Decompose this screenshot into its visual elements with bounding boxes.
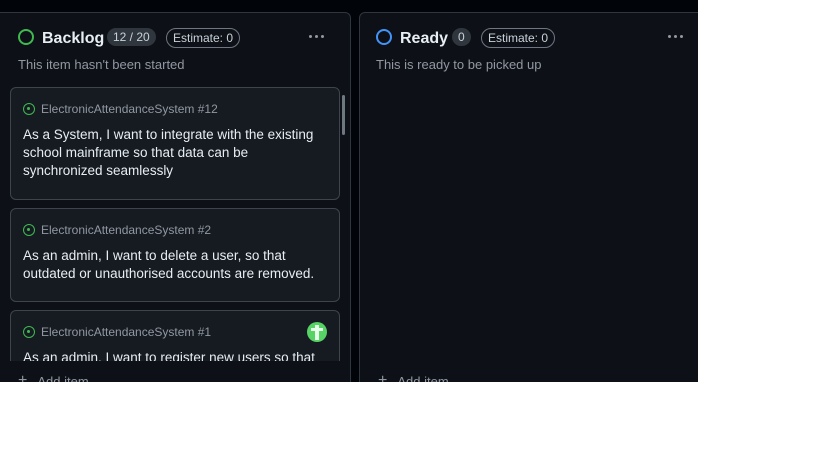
issue-title[interactable]: As an admin, I want to delete a user, so… [23, 247, 327, 283]
estimate-badge: Estimate: 0 [481, 28, 556, 48]
column-menu-button[interactable] [302, 26, 330, 46]
column-header: Backlog 12 / 20 Estimate: 0 This item ha… [0, 13, 350, 81]
open-issue-icon [23, 103, 35, 115]
issue-reference-link[interactable]: ElectronicAttendanceSystem #2 [41, 223, 211, 237]
column-backlog: Backlog 12 / 20 Estimate: 0 This item ha… [0, 12, 351, 382]
issue-reference-link[interactable]: ElectronicAttendanceSystem #12 [41, 102, 218, 116]
add-item-label: Add item [397, 373, 449, 383]
project-board: Backlog 12 / 20 Estimate: 0 This item ha… [0, 0, 698, 382]
add-item-button[interactable]: + Add item [18, 371, 89, 382]
more-icon [667, 34, 671, 38]
scrollbar-thumb[interactable] [342, 95, 345, 135]
open-issue-icon [23, 326, 35, 338]
column-ready: Ready 0 Estimate: 0 This is ready to be … [359, 12, 698, 382]
status-circle-icon [376, 29, 392, 45]
plus-icon: + [18, 372, 28, 382]
card-header: ElectronicAttendanceSystem #2 [23, 222, 211, 238]
plus-icon: + [378, 372, 388, 382]
add-item-button[interactable]: + Add item [378, 371, 449, 382]
issue-card[interactable]: ElectronicAttendanceSystem #12 As a Syst… [10, 87, 340, 200]
assignee-avatar[interactable] [307, 322, 327, 342]
issue-title[interactable]: As a System, I want to integrate with th… [23, 126, 327, 180]
column-menu-button[interactable] [661, 26, 689, 46]
column-header: Ready 0 Estimate: 0 This is ready to be … [360, 13, 698, 81]
issue-title[interactable]: As an admin, I want to register new user… [23, 349, 327, 361]
issue-reference-link[interactable]: ElectronicAttendanceSystem #1 [41, 325, 211, 339]
column-title: Backlog [42, 30, 105, 47]
issue-card[interactable]: ElectronicAttendanceSystem #2 As an admi… [10, 208, 340, 302]
more-icon [308, 34, 312, 38]
card-header: ElectronicAttendanceSystem #1 [23, 324, 211, 340]
column-title: Ready [400, 30, 449, 47]
card-header: ElectronicAttendanceSystem #12 [23, 101, 218, 117]
open-issue-icon [23, 224, 35, 236]
status-circle-icon [18, 29, 34, 45]
item-count-badge: 12 / 20 [107, 28, 156, 46]
issue-card[interactable]: ElectronicAttendanceSystem #1 As an admi… [10, 310, 340, 361]
column-description: This item hasn't been started [18, 57, 185, 72]
add-item-label: Add item [37, 373, 89, 383]
column-description: This is ready to be picked up [376, 57, 542, 72]
estimate-badge: Estimate: 0 [166, 28, 241, 48]
item-count-badge: 0 [452, 28, 471, 46]
card-list: ElectronicAttendanceSystem #12 As a Syst… [0, 85, 350, 361]
